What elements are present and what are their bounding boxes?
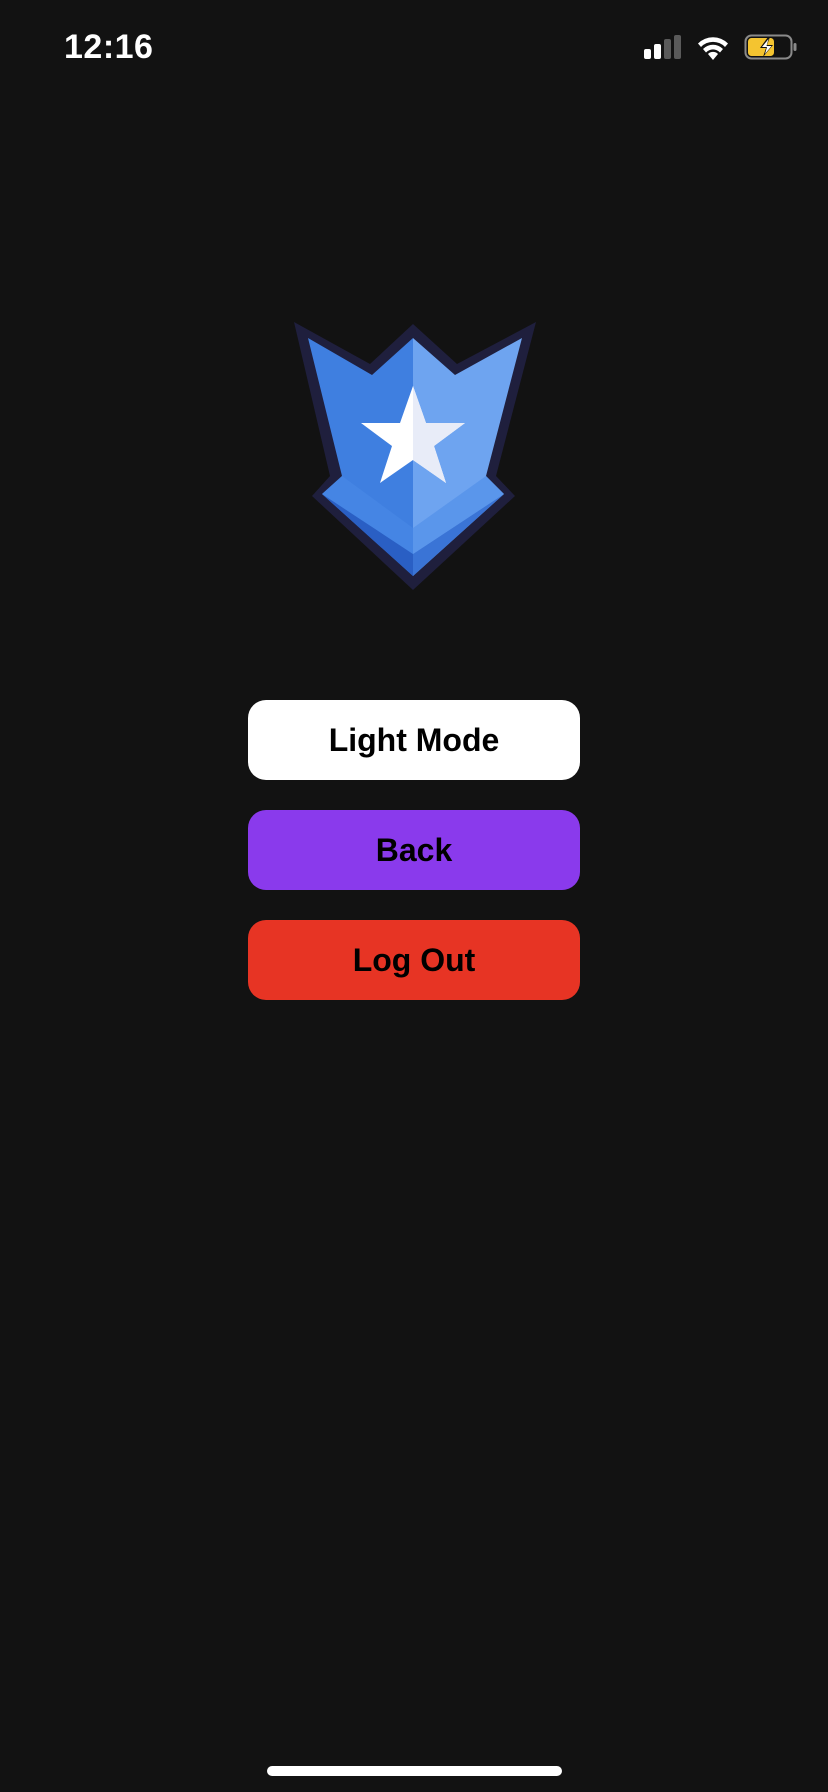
status-icons <box>644 34 798 60</box>
home-indicator[interactable] <box>267 1766 562 1776</box>
shield-star-icon <box>294 322 536 590</box>
log-out-button[interactable]: Log Out <box>248 920 580 1000</box>
cellular-signal-icon <box>644 35 681 59</box>
battery-charging-icon <box>744 34 797 60</box>
wifi-icon <box>698 37 728 60</box>
status-time: 12:16 <box>64 28 154 66</box>
light-mode-button[interactable]: Light Mode <box>248 700 580 780</box>
back-button[interactable]: Back <box>248 810 580 890</box>
status-bar: 12:16 <box>0 0 828 100</box>
